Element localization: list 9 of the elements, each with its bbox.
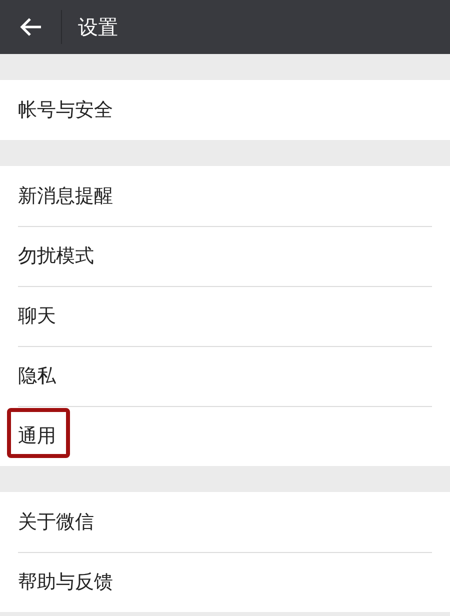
settings-item[interactable]: 通用 (0, 406, 450, 466)
settings-item[interactable]: 聊天 (0, 286, 450, 346)
settings-item[interactable]: 新消息提醒 (0, 166, 450, 226)
settings-item[interactable]: 隐私 (0, 346, 450, 406)
page-title: 设置 (78, 14, 118, 41)
settings-item[interactable]: 勿扰模式 (0, 226, 450, 286)
settings-item[interactable]: 关于微信 (0, 492, 450, 552)
settings-item[interactable]: 帐号与安全 (0, 80, 450, 140)
settings-item[interactable]: 帮助与反馈 (0, 552, 450, 612)
